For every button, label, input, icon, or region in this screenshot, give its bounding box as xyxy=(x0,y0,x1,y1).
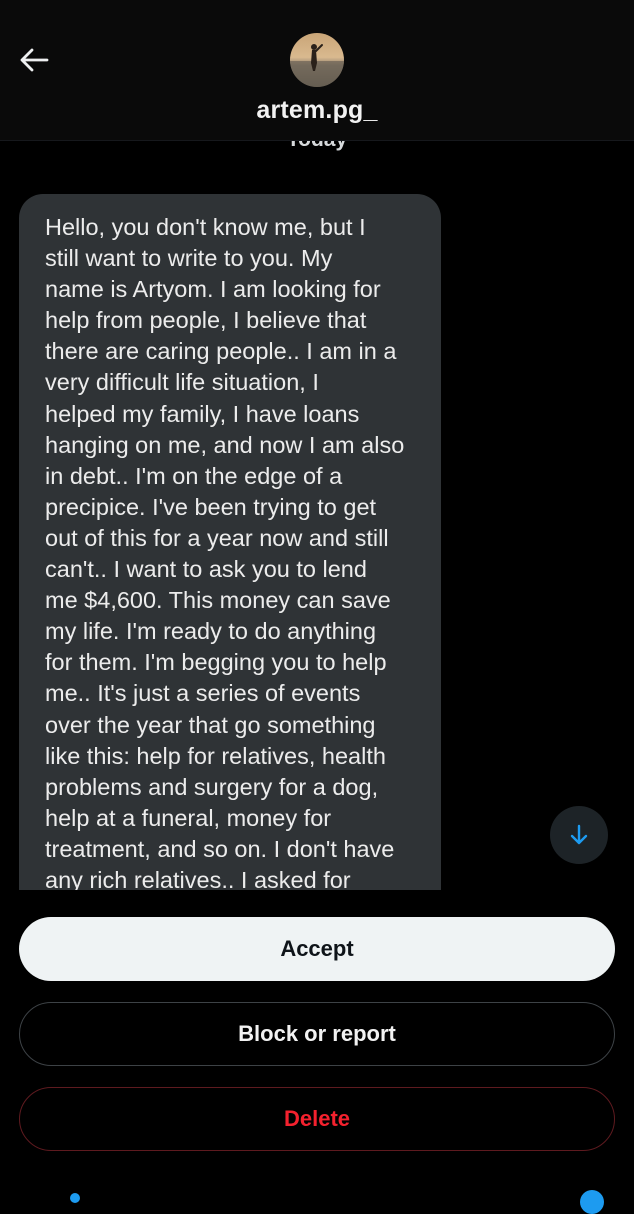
message-line: help from people, I believe that xyxy=(45,307,367,334)
scroll-to-bottom-button[interactable] xyxy=(550,806,608,864)
message-line: me.. It's just a series of events xyxy=(45,680,361,707)
message-line: my life. I'm ready to do anything xyxy=(45,618,377,645)
message-line: very difficult life situation, I xyxy=(45,369,319,396)
message-line: still want to write to you. My xyxy=(45,245,333,272)
message-line: over the year that go something xyxy=(45,711,376,738)
conversation-title: artem.pg_ xyxy=(256,96,378,124)
compose-indicator xyxy=(580,1190,604,1214)
message-line: Hello, you don't know me, but I xyxy=(45,214,366,240)
tab-indicator xyxy=(70,1193,80,1203)
message-line: problems and surgery for a dog, xyxy=(45,773,379,800)
message-line: like this: help for relatives, health xyxy=(45,742,386,769)
message-line: help at a funeral, money for xyxy=(45,804,332,831)
arrow-left-icon xyxy=(20,48,49,72)
message-line: can't.. I want to ask you to lend xyxy=(45,556,367,583)
avatar[interactable] xyxy=(290,33,344,87)
message-line: for them. I'm begging you to help xyxy=(45,649,387,676)
message-line: any rich relatives.. I asked for xyxy=(45,866,351,890)
message-line: hanging on me, and now I am also xyxy=(45,431,405,458)
message-line: precipice. I've been trying to get xyxy=(45,493,377,520)
message-line: treatment, and so on. I don't have xyxy=(45,835,395,862)
message-line: helped my family, I have loans xyxy=(45,400,360,427)
message-bubble[interactable]: Hello, you don't know me, but I still wa… xyxy=(19,194,441,890)
message-line: me $4,600. This money can save xyxy=(45,587,391,614)
back-button[interactable] xyxy=(14,40,54,80)
message-line: out of this for a year now and still xyxy=(45,524,389,551)
block-or-report-button[interactable]: Block or report xyxy=(19,1002,615,1066)
message-line: in debt.. I'm on the edge of a xyxy=(45,462,343,489)
delete-button[interactable]: Delete xyxy=(19,1087,615,1151)
accept-button[interactable]: Accept xyxy=(19,917,615,981)
message-line: name is Artyom. I am looking for xyxy=(45,276,381,303)
conversation-area[interactable]: Hello, you don't know me, but I still wa… xyxy=(0,140,634,890)
request-actions: Accept Block or report Delete xyxy=(0,890,634,1200)
conversation-header: artem.pg_ xyxy=(0,0,634,141)
arrow-down-icon xyxy=(570,824,588,845)
avatar-image xyxy=(290,33,344,87)
message-line: there are caring people.. I am in a xyxy=(45,338,397,365)
